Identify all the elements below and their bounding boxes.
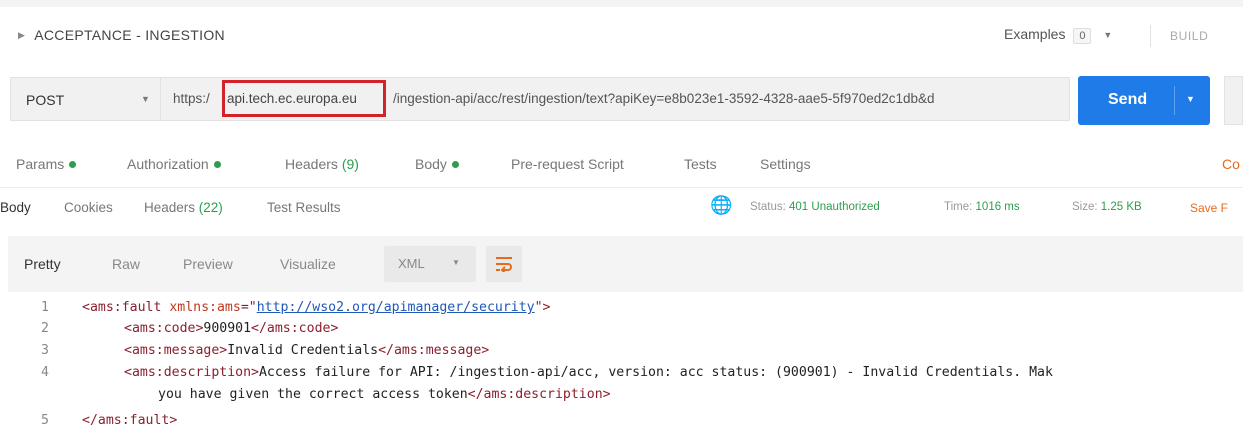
url-path: /ingestion-api/acc/rest/ingestion/text?a… xyxy=(393,91,935,106)
indicator-dot xyxy=(451,161,459,168)
xml-attribute: xmlns:ams xyxy=(169,300,241,315)
size-label: Size: xyxy=(1072,201,1098,213)
indicator-dot xyxy=(213,161,221,168)
line-number: 2 xyxy=(41,321,49,336)
top-strip xyxy=(0,0,1243,7)
url-scheme: https:/ xyxy=(173,91,210,106)
xml-tag: </ams:code> xyxy=(251,321,339,336)
xml-tag: </ams:description> xyxy=(467,387,611,402)
tab-response-body[interactable]: Body xyxy=(0,200,31,215)
globe-icon[interactable]: 🌐 xyxy=(710,195,732,216)
tab-headers[interactable]: Headers (9) xyxy=(285,156,359,172)
chevron-down-icon[interactable]: ▼ xyxy=(1186,94,1195,104)
format-toolbar: Pretty Raw Preview Visualize XML ▼ xyxy=(8,236,1243,292)
xml-tag: <ams:description> xyxy=(124,365,259,380)
chevron-down-icon: ▼ xyxy=(452,258,460,267)
request-tabs: Params Authorization Headers (9) Body Pr… xyxy=(0,136,1243,188)
tab-label: Body xyxy=(415,156,447,172)
xml-tag: </ams:message> xyxy=(378,343,490,358)
line-number: 3 xyxy=(41,343,49,358)
raw-tab[interactable]: Raw xyxy=(112,256,140,272)
tab-authorization[interactable]: Authorization xyxy=(127,156,221,172)
code-line: <ams:message>Invalid Credentials</ams:me… xyxy=(124,343,489,358)
wrap-lines-icon[interactable] xyxy=(486,246,522,282)
breadcrumb[interactable]: ▶ ACCEPTANCE - INGESTION xyxy=(18,27,225,43)
xml-text: Invalid Credentials xyxy=(227,343,379,358)
tab-count: (22) xyxy=(198,200,223,215)
size-info: Size: 1.25 KB xyxy=(1072,201,1142,213)
language-select[interactable]: XML ▼ xyxy=(384,246,476,282)
chevron-down-icon: ▼ xyxy=(1103,30,1113,40)
xml-tag: </ams:fault> xyxy=(82,413,178,428)
preview-tab[interactable]: Preview xyxy=(183,256,233,272)
time-info: Time: 1016 ms xyxy=(944,201,1020,213)
xml-punct: =" xyxy=(240,300,257,315)
tab-tests[interactable]: Tests xyxy=(684,156,717,172)
tab-pre-request-script[interactable]: Pre-request Script xyxy=(511,156,624,172)
xml-text: 900901 xyxy=(203,321,252,336)
xml-link[interactable]: http://wso2.org/apimanager/security xyxy=(257,300,535,315)
language-label: XML xyxy=(398,256,425,271)
line-number: 5 xyxy=(41,413,49,428)
xml-text: you have given the correct access token xyxy=(158,387,468,402)
chevron-down-icon: ▼ xyxy=(141,94,150,104)
code-line: you have given the correct access token<… xyxy=(158,387,611,402)
tab-settings[interactable]: Settings xyxy=(760,156,811,172)
divider xyxy=(1174,86,1175,115)
visualize-tab[interactable]: Visualize xyxy=(280,256,336,272)
tab-label: Authorization xyxy=(127,156,209,172)
request-header: ▶ ACCEPTANCE - INGESTION Examples 0 ▼ BUI… xyxy=(0,7,1243,62)
build-button[interactable]: BUILD xyxy=(1170,29,1208,43)
request-bar: POST ▼ https:/ api.tech.ec.europa.eu /in… xyxy=(0,62,1243,136)
line-number: 1 xyxy=(41,300,49,315)
highlight-annotation xyxy=(222,80,386,117)
tab-label: Headers xyxy=(144,200,196,215)
xml-tag: <ams:fault xyxy=(82,300,170,315)
save-button[interactable] xyxy=(1224,76,1243,125)
tab-label: Params xyxy=(16,156,65,172)
wrap-lines-glyph xyxy=(496,257,512,272)
xml-tag: <ams:message> xyxy=(124,343,228,358)
code-line: <ams:fault xmlns:ams="http://wso2.org/ap… xyxy=(82,300,550,315)
xml-punct: "> xyxy=(534,300,551,315)
request-name: ACCEPTANCE - INGESTION xyxy=(34,27,225,43)
send-button[interactable]: Send ▼ xyxy=(1078,76,1210,125)
xml-text: Access failure for API: /ingestion-api/a… xyxy=(258,365,1053,380)
save-response-button[interactable]: Save F xyxy=(1190,201,1228,215)
tab-count: (9) xyxy=(341,156,359,172)
status-badge: 401 Unauthorized xyxy=(789,201,880,213)
chevron-right-icon[interactable]: ▶ xyxy=(18,30,25,40)
status-info: Status: 401 Unauthorized xyxy=(750,201,880,213)
size-value: 1.25 KB xyxy=(1100,201,1142,213)
tab-label: Headers xyxy=(285,156,338,172)
code-line: </ams:fault> xyxy=(82,413,177,428)
tab-test-results[interactable]: Test Results xyxy=(267,200,341,215)
tab-params[interactable]: Params xyxy=(16,156,77,172)
response-body-viewer[interactable]: 1 2 3 4 5 <ams:fault xmlns:ams="http://w… xyxy=(0,296,1243,434)
xml-tag: <ams:code> xyxy=(124,321,204,336)
pretty-tab[interactable]: Pretty xyxy=(24,256,61,272)
cookies-link[interactable]: Co xyxy=(1222,156,1240,172)
tab-response-cookies[interactable]: Cookies xyxy=(64,200,113,215)
method-label: POST xyxy=(26,92,65,108)
examples-label: Examples xyxy=(1004,26,1066,42)
status-label: Status: xyxy=(750,201,786,213)
line-number: 4 xyxy=(41,365,49,380)
tab-response-headers[interactable]: Headers (22) xyxy=(144,200,223,215)
code-line: <ams:code>900901</ams:code> xyxy=(124,321,338,336)
response-tabs: Body Cookies Headers (22) Test Results 🌐… xyxy=(0,188,1243,230)
indicator-dot xyxy=(69,161,77,168)
time-value: 1016 ms xyxy=(975,201,1020,213)
time-label: Time: xyxy=(944,201,973,213)
examples-count-badge: 0 xyxy=(1073,28,1092,44)
send-label: Send xyxy=(1108,91,1148,108)
code-line: <ams:description>Access failure for API:… xyxy=(124,365,1053,380)
examples-dropdown[interactable]: Examples 0 ▼ xyxy=(1004,26,1112,44)
tab-body[interactable]: Body xyxy=(415,156,459,172)
divider xyxy=(1150,25,1151,47)
method-select[interactable]: POST ▼ xyxy=(10,77,160,121)
